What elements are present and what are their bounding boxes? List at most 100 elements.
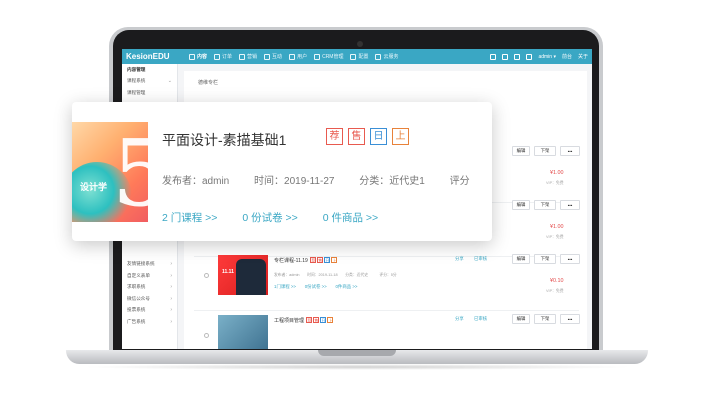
sidebar-item-ads[interactable]: 广告系统 › bbox=[122, 316, 177, 328]
card-rating: 评分 bbox=[449, 176, 470, 187]
edit-button[interactable]: 编辑 bbox=[512, 200, 530, 210]
badge-day[interactable]: 日 bbox=[370, 128, 387, 145]
nav-label: 云服务 bbox=[383, 54, 399, 60]
badge-up[interactable]: 上 bbox=[392, 128, 409, 145]
nav-label: 互动 bbox=[272, 54, 283, 60]
nav-label: CRM管理 bbox=[322, 54, 344, 60]
chevron-right-icon: › bbox=[170, 272, 172, 279]
row-title-text: 工程项目管理 bbox=[274, 318, 305, 324]
top-nav: 内容 订单 营销 互动 用户 CRM管理 配置 云服务 bbox=[189, 53, 406, 60]
card-title[interactable]: 平面设计-素描基础1 bbox=[162, 130, 286, 150]
edit-button[interactable]: 编辑 bbox=[512, 146, 530, 156]
badge-recommend[interactable]: 荐 bbox=[326, 128, 343, 145]
tag-sale: 售 bbox=[317, 257, 324, 263]
row-title[interactable]: 专栏课程-11.19 荐售日上 bbox=[274, 257, 338, 264]
sidebar-item-label: 求职系统 bbox=[127, 284, 146, 290]
sidebar-item-wechat[interactable]: 微信公众号 › bbox=[122, 293, 177, 305]
interact-icon bbox=[264, 53, 271, 60]
sidebar-item-label: 友情链接系统 bbox=[127, 261, 155, 267]
content-icon bbox=[189, 53, 195, 60]
app-logo[interactable]: KesionEDU bbox=[122, 52, 189, 61]
nav-crm[interactable]: CRM管理 bbox=[314, 53, 343, 60]
nav-user[interactable]: 用户 bbox=[289, 53, 307, 60]
nav-cloud[interactable]: 云服务 bbox=[375, 53, 399, 60]
card-courses-link[interactable]: 2 门课程 >> bbox=[162, 212, 217, 224]
monitor-icon[interactable] bbox=[502, 53, 509, 60]
top-right: admin ▾ 前台 关于 bbox=[484, 49, 588, 64]
sidebar-item-jobs[interactable]: 求职系统 › bbox=[122, 282, 177, 294]
about-link[interactable]: 关于 bbox=[578, 53, 588, 60]
user-menu[interactable]: admin ▾ bbox=[538, 54, 556, 60]
sidebar-item-course-manage[interactable]: 课程管理 bbox=[122, 87, 177, 99]
refresh-icon[interactable] bbox=[526, 53, 533, 60]
down-button[interactable]: 下架 bbox=[534, 146, 556, 156]
row-meta: 发布者：admin 时间：2019-11-18 分类：近代史 评分：5分 bbox=[274, 273, 397, 277]
audit-status[interactable]: 已审核 bbox=[474, 256, 487, 262]
chevron-right-icon: › bbox=[170, 307, 172, 314]
down-button[interactable]: 下架 bbox=[534, 314, 556, 324]
course-thumbnail[interactable] bbox=[218, 315, 268, 349]
sidebar-item-forms[interactable]: 自定义表单 › bbox=[122, 270, 177, 282]
nav-label: 用户 bbox=[297, 54, 308, 60]
share-link[interactable]: 分享 bbox=[455, 316, 464, 322]
stage: KesionEDU 内容 订单 营销 互动 用户 CRM管理 配置 云服务 ad… bbox=[0, 0, 713, 403]
nav-label: 营销 bbox=[247, 54, 258, 60]
price: ¥1.00 bbox=[550, 224, 564, 230]
down-button[interactable]: 下架 bbox=[534, 200, 556, 210]
more-button[interactable]: ••• bbox=[560, 146, 580, 156]
sidebar-item-course-system[interactable]: 课程系统 ⌄ bbox=[122, 76, 177, 88]
home-icon[interactable] bbox=[490, 53, 497, 60]
vip-price: VIP：免费 bbox=[546, 181, 564, 185]
more-button[interactable]: ••• bbox=[560, 314, 580, 324]
edit-button[interactable]: 编辑 bbox=[512, 254, 530, 264]
sidebar-item-label: 广告系统 bbox=[127, 318, 146, 324]
audit-status[interactable]: 已审核 bbox=[474, 316, 487, 322]
edit-button[interactable]: 编辑 bbox=[512, 314, 530, 324]
course-thumbnail[interactable]: 11.11 bbox=[218, 255, 268, 295]
frontend-link[interactable]: 前台 bbox=[562, 53, 572, 60]
nav-content[interactable]: 内容 bbox=[189, 53, 207, 60]
course-card-popup[interactable]: 5 设计学 平面设计-素描基础1 荐 售 日 上 发布者：admin 时间：20… bbox=[72, 102, 492, 241]
tag-up: 上 bbox=[327, 317, 334, 323]
row-radio[interactable] bbox=[204, 333, 209, 338]
table-row: 11.11 专栏课程-11.19 荐售日上 发布者：admin 时间：2019-… bbox=[194, 251, 580, 311]
nav-label: 订单 bbox=[222, 54, 233, 60]
sidebar-item-label: 微信公众号 bbox=[127, 295, 150, 301]
more-button[interactable]: ••• bbox=[560, 254, 580, 264]
share-link[interactable]: 分享 bbox=[455, 256, 464, 262]
row-links[interactable]: 1门课程 >> 0份试卷 >> 0件商品 >> bbox=[274, 284, 357, 290]
user-icon bbox=[289, 53, 296, 60]
sidebar-item-vote[interactable]: 投票系统 › bbox=[122, 305, 177, 317]
chevron-down-icon: ⌄ bbox=[167, 78, 172, 85]
mobile-icon[interactable] bbox=[514, 53, 521, 60]
row-title-text: 专栏课程-11.19 bbox=[274, 258, 308, 264]
order-icon bbox=[214, 53, 221, 60]
card-time: 时间：2019-11-27 bbox=[254, 176, 335, 187]
tag-sale: 售 bbox=[313, 317, 320, 323]
nav-settings[interactable]: 配置 bbox=[350, 53, 368, 60]
row-title[interactable]: 工程项目管理 荐售日上 bbox=[274, 317, 334, 324]
chevron-right-icon: › bbox=[170, 295, 172, 302]
laptop-notch bbox=[318, 350, 396, 356]
settings-icon bbox=[350, 53, 357, 60]
tag-day: 日 bbox=[320, 317, 327, 323]
sidebar-item-label: 自定义表单 bbox=[127, 272, 150, 278]
chevron-right-icon: › bbox=[170, 261, 172, 268]
sidebar-item-label: 课程管理 bbox=[127, 89, 146, 95]
thumb-caption: 11.11 bbox=[222, 269, 234, 275]
course-cover-image[interactable]: 5 设计学 bbox=[72, 122, 148, 222]
sidebar-item-links[interactable]: 友情链接系统 › bbox=[122, 259, 177, 271]
marketing-icon bbox=[239, 53, 246, 60]
chevron-right-icon: › bbox=[170, 284, 172, 291]
badge-sale[interactable]: 售 bbox=[348, 128, 365, 145]
row-radio[interactable] bbox=[204, 273, 209, 278]
nav-order[interactable]: 订单 bbox=[214, 53, 232, 60]
card-goods-link[interactable]: 0 件商品 >> bbox=[323, 212, 378, 224]
more-button[interactable]: ••• bbox=[560, 200, 580, 210]
cover-number: 5 bbox=[112, 122, 148, 222]
down-button[interactable]: 下架 bbox=[534, 254, 556, 264]
card-exams-link[interactable]: 0 份试卷 >> bbox=[242, 212, 297, 224]
camera-icon bbox=[357, 41, 363, 47]
nav-interact[interactable]: 互动 bbox=[264, 53, 282, 60]
nav-marketing[interactable]: 营销 bbox=[239, 53, 257, 60]
